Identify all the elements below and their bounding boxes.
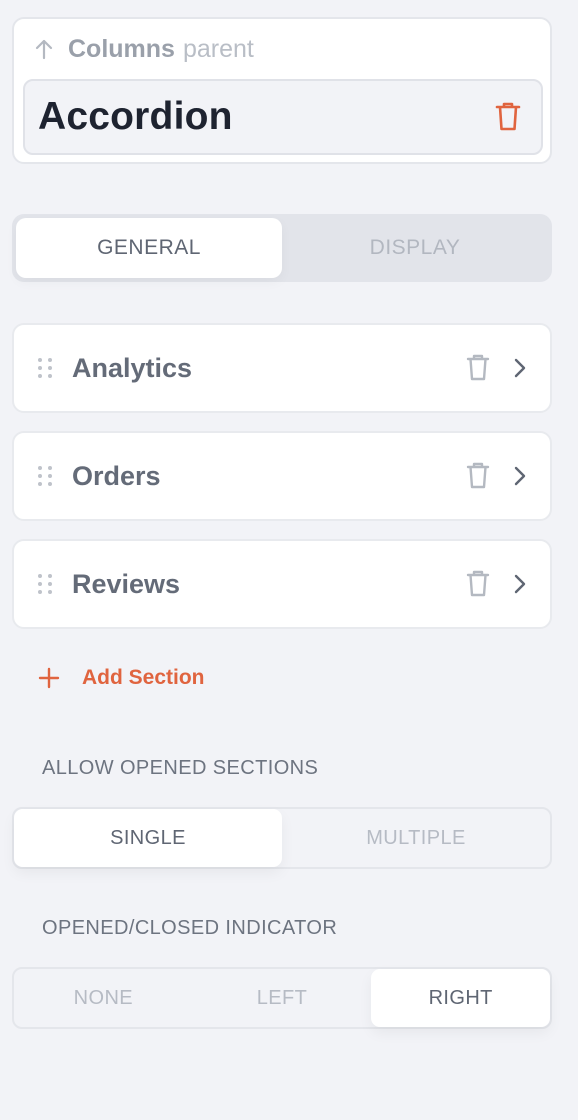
section-label: Analytics bbox=[72, 352, 193, 383]
expand-section-button[interactable] bbox=[514, 358, 526, 378]
parent-link[interactable]: Columns parent bbox=[34, 33, 254, 65]
parent-suffix: parent bbox=[182, 34, 254, 63]
option-none[interactable]: NONE bbox=[14, 969, 193, 1027]
section-label: Reviews bbox=[72, 568, 181, 599]
option-right[interactable]: RIGHT bbox=[371, 969, 551, 1027]
element-title: Accordion bbox=[38, 95, 233, 138]
option-single[interactable]: SINGLE bbox=[14, 809, 282, 867]
option-left[interactable]: LEFT bbox=[193, 969, 372, 1027]
chevron-right-icon bbox=[514, 466, 526, 486]
expand-section-button[interactable] bbox=[514, 466, 526, 486]
chevron-right-icon bbox=[514, 358, 526, 378]
trash-icon bbox=[495, 102, 521, 131]
tab-display[interactable]: DISPLAY bbox=[282, 218, 548, 278]
chevron-right-icon bbox=[514, 574, 526, 594]
allow-opened-sections-label: ALLOW OPENED SECTIONS bbox=[42, 757, 319, 779]
delete-section-button[interactable] bbox=[466, 462, 490, 490]
allow-opened-sections-control: SINGLE MULTIPLE bbox=[12, 807, 552, 869]
indicator-control: NONE LEFT RIGHT bbox=[12, 967, 552, 1029]
trash-icon bbox=[466, 462, 490, 489]
add-section-label: Add Section bbox=[82, 666, 205, 689]
arrow-up-icon bbox=[34, 38, 54, 60]
indicator-label: OPENED/CLOSED INDICATOR bbox=[42, 917, 338, 939]
option-multiple[interactable]: MULTIPLE bbox=[282, 809, 550, 867]
drag-handle-icon[interactable] bbox=[38, 466, 52, 486]
delete-section-button[interactable] bbox=[466, 354, 490, 382]
trash-icon bbox=[466, 570, 490, 597]
trash-icon bbox=[466, 354, 490, 381]
drag-handle-icon[interactable] bbox=[38, 358, 52, 378]
expand-section-button[interactable] bbox=[514, 574, 526, 594]
tab-general[interactable]: GENERAL bbox=[16, 218, 282, 278]
delete-section-button[interactable] bbox=[466, 570, 490, 598]
delete-element-button[interactable] bbox=[495, 102, 521, 132]
element-header: Columns parent Accordion bbox=[12, 17, 552, 164]
settings-tabs: GENERAL DISPLAY bbox=[12, 214, 552, 282]
section-item[interactable]: Reviews bbox=[12, 539, 552, 629]
section-item[interactable]: Orders bbox=[12, 431, 552, 521]
section-item[interactable]: Analytics bbox=[12, 323, 552, 413]
plus-icon bbox=[38, 667, 60, 689]
add-section-button[interactable]: Add Section bbox=[38, 660, 205, 696]
parent-name: Columns bbox=[68, 34, 175, 63]
drag-handle-icon[interactable] bbox=[38, 574, 52, 594]
section-label: Orders bbox=[72, 460, 161, 491]
element-title-box: Accordion bbox=[23, 79, 543, 155]
